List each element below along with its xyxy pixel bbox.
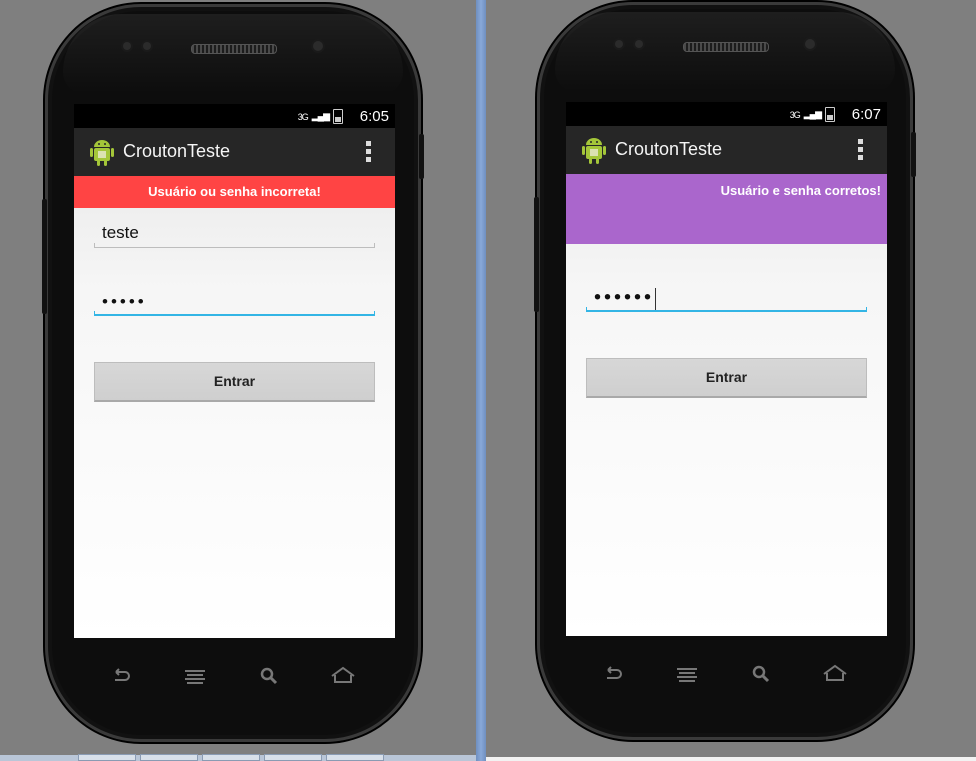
battery-icon — [825, 107, 835, 122]
home-icon[interactable] — [823, 662, 847, 686]
clock: 6:05 — [359, 108, 389, 125]
sensor-icon — [123, 42, 131, 50]
password-field[interactable]: ••••• — [94, 288, 375, 316]
speaker-grille — [191, 44, 277, 54]
password-field[interactable]: •••••• — [586, 284, 867, 312]
app-title: CroutonTeste — [123, 141, 231, 161]
back-icon[interactable] — [109, 664, 133, 688]
signal-3g-icon: 3G — [789, 109, 801, 120]
back-icon[interactable] — [601, 662, 625, 686]
clock: 6:07 — [851, 106, 881, 123]
device-screen-right: 3G ▂▄▆ 6:07 CroutonTeste Usuário e senha… — [566, 102, 887, 636]
crouton-alert: Usuário ou senha incorreta! — [74, 176, 395, 208]
login-button[interactable]: Entrar — [94, 362, 375, 402]
window-divider — [476, 0, 486, 761]
emulator-panel-right: 3G ▂▄▆ 6:07 CroutonTeste Usuário e senha… — [486, 0, 976, 761]
speaker-grille — [683, 42, 769, 52]
android-icon — [582, 138, 606, 164]
home-icon[interactable] — [331, 664, 355, 688]
action-bar: CroutonTeste — [566, 126, 887, 174]
recent-apps-icon[interactable] — [675, 662, 699, 686]
front-camera-icon — [313, 41, 323, 51]
recent-apps-icon[interactable] — [183, 664, 207, 688]
nav-bar — [85, 656, 385, 696]
taskbar — [0, 754, 476, 761]
username-field[interactable]: teste — [94, 220, 375, 248]
crouton-info: Usuário e senha corretos! — [566, 174, 887, 244]
taskbar-right — [486, 757, 976, 761]
search-icon[interactable] — [749, 662, 773, 686]
sensor-icon — [615, 40, 623, 48]
action-bar: CroutonTeste — [74, 128, 395, 176]
emulator-panel-left: 3G ▂▄▆ 6:05 CroutonTeste Usuário ou senh… — [0, 0, 476, 761]
status-bar: 3G ▂▄▆ 6:05 — [74, 104, 395, 128]
front-camera-icon — [805, 39, 815, 49]
status-bar: 3G ▂▄▆ 6:07 — [566, 102, 887, 126]
device-screen-left: 3G ▂▄▆ 6:05 CroutonTeste Usuário ou senh… — [74, 104, 395, 638]
search-icon[interactable] — [257, 664, 281, 688]
nav-bar — [577, 654, 877, 694]
signal-3g-icon: 3G — [297, 111, 309, 122]
app-title: CroutonTeste — [615, 139, 723, 159]
overflow-menu-icon[interactable] — [858, 139, 864, 161]
login-button[interactable]: Entrar — [586, 358, 867, 398]
text-cursor — [655, 288, 657, 310]
battery-icon — [333, 109, 343, 124]
overflow-menu-icon[interactable] — [366, 141, 372, 163]
phone-frame-right: 3G ▂▄▆ 6:07 CroutonTeste Usuário e senha… — [534, 2, 916, 740]
phone-frame-left: 3G ▂▄▆ 6:05 CroutonTeste Usuário ou senh… — [42, 4, 424, 742]
android-icon — [90, 140, 114, 166]
